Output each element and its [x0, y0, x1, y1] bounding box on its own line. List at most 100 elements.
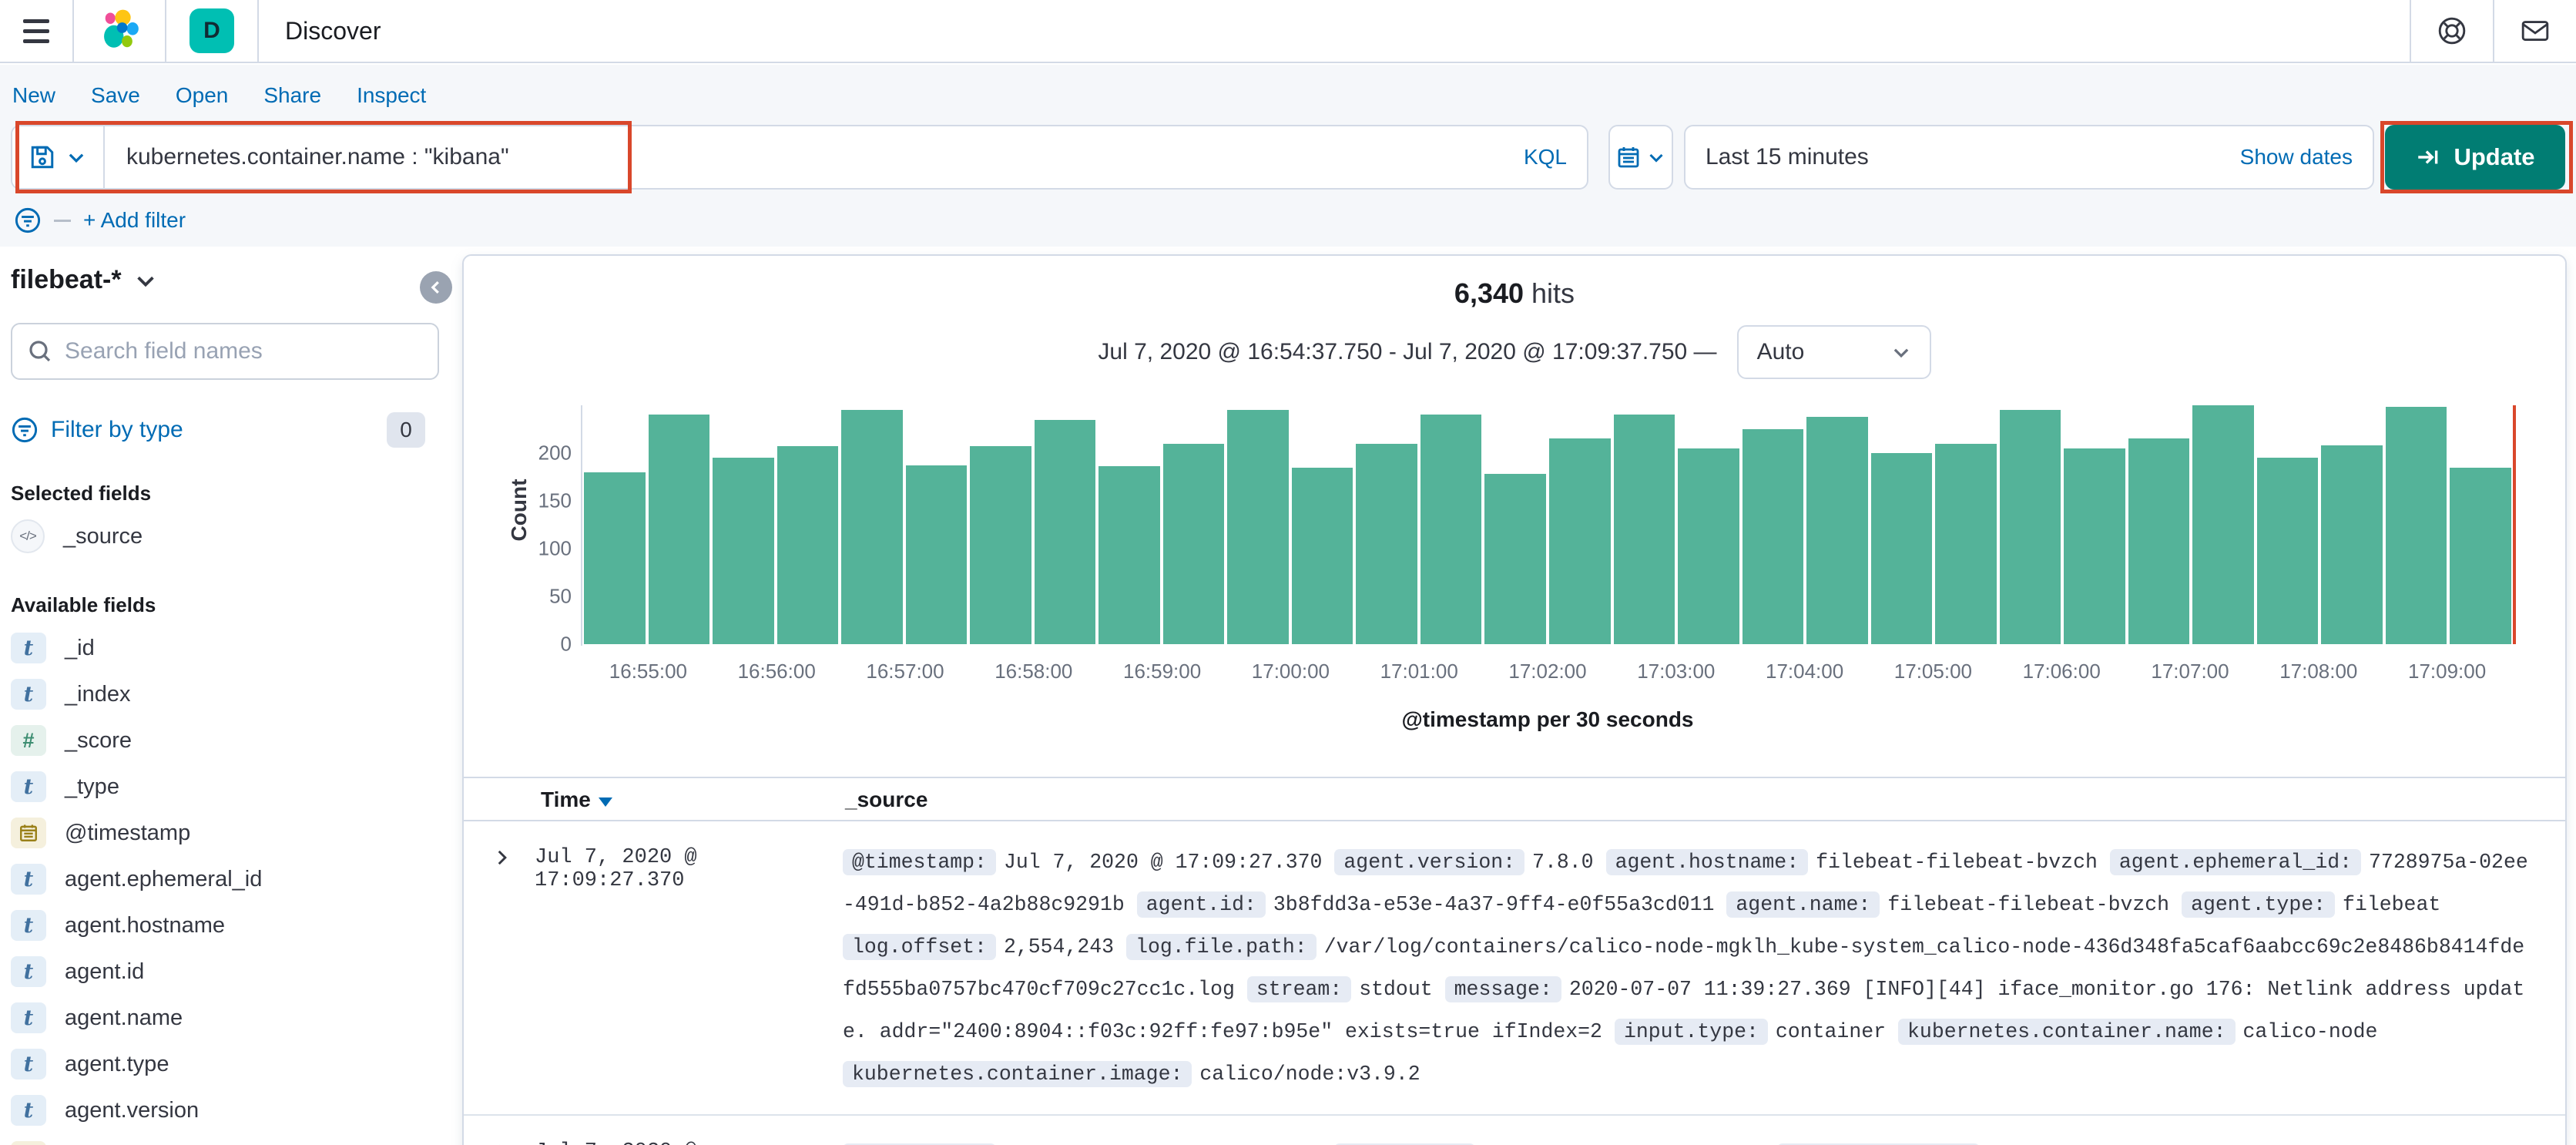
app-badge[interactable]: D — [166, 0, 259, 62]
refresh-apply-icon — [2418, 150, 2438, 164]
histogram-bar[interactable] — [1742, 429, 1804, 644]
menu-item-save[interactable]: Save — [91, 83, 140, 108]
field-label: agent.version — [65, 1097, 200, 1123]
histogram-bar[interactable] — [841, 410, 903, 644]
expand-row-button[interactable] — [491, 1136, 535, 1145]
filter-icon — [15, 207, 41, 233]
sort-desc-icon — [598, 797, 612, 807]
histogram-bar[interactable] — [648, 415, 710, 644]
histogram-bar[interactable] — [1870, 453, 1933, 644]
field-value: container — [1775, 1020, 1887, 1043]
doc-table-header: Time _source — [464, 777, 2565, 821]
string-type-icon: t — [11, 1002, 46, 1033]
histogram-bar[interactable] — [1420, 415, 1482, 644]
x-tick-label: 16:58:00 — [995, 660, 1073, 683]
histogram-bar[interactable] — [776, 446, 839, 644]
histogram-bar[interactable] — [1291, 467, 1353, 644]
query-language-button[interactable]: KQL — [1504, 126, 1587, 188]
field-key-badge: agent.type: — [2182, 891, 2336, 918]
histogram-bar[interactable] — [905, 465, 968, 644]
time-range-value[interactable]: Last 15 minutes — [1706, 144, 1869, 170]
field-search-input[interactable] — [65, 338, 422, 364]
hits-count: 6,340 — [1454, 277, 1524, 309]
newsfeed-button[interactable] — [2493, 0, 2576, 62]
histogram-bar[interactable] — [1098, 466, 1160, 644]
main-menu-button[interactable] — [0, 0, 74, 62]
field-item-aws.cloudtrail.user_identity.s...[interactable]: aws.cloudtrail.user_identity.s... — [11, 1133, 439, 1145]
field-item-agent.type[interactable]: t agent.type — [11, 1041, 439, 1087]
histogram-bar[interactable] — [2192, 405, 2254, 644]
hits-label: hits — [1531, 277, 1575, 309]
field-item-_type[interactable]: t _type — [11, 764, 439, 810]
field-item-agent.ephemeral_id[interactable]: t agent.ephemeral_id — [11, 856, 439, 902]
date-picker-calendar-button[interactable] — [1608, 125, 1673, 190]
y-tick-label: 200 — [538, 441, 572, 465]
doc-source: @timestamp: Jul 7, 2020 @ 17:09:27.370 age… — [843, 841, 2534, 1096]
time-range-control[interactable]: Last 15 minutes Show dates — [1684, 125, 2374, 190]
field-key-badge: agent.ephemeral_id: — [2109, 849, 2362, 875]
histogram-bar[interactable] — [1034, 419, 1096, 644]
menu-item-new[interactable]: New — [12, 83, 55, 108]
histogram-bar[interactable] — [970, 446, 1031, 644]
toolbar-zone: New Save Open Share Inspect kubernetes.conta… — [0, 65, 2576, 247]
field-item-agent.version[interactable]: t agent.version — [11, 1087, 439, 1133]
add-filter-button[interactable]: + Add filter — [83, 208, 186, 233]
histogram-bar[interactable] — [2064, 448, 2125, 644]
number-type-icon: # — [11, 725, 46, 756]
histogram-bar[interactable] — [1227, 410, 1289, 644]
field-label: agent.name — [65, 1005, 183, 1030]
histogram-bar[interactable] — [2450, 467, 2511, 644]
menu-item-share[interactable]: Share — [263, 83, 321, 108]
histogram-bar[interactable] — [1613, 415, 1675, 644]
column-header-time[interactable]: Time — [541, 787, 612, 812]
histogram-bar[interactable] — [2256, 458, 2319, 644]
interval-select[interactable]: Auto — [1736, 325, 1931, 379]
field-item-agent.name[interactable]: t agent.name — [11, 995, 439, 1041]
field-item-agent.hostname[interactable]: t agent.hostname — [11, 902, 439, 949]
field-item-_index[interactable]: t _index — [11, 671, 439, 717]
histogram-bar[interactable] — [2128, 438, 2190, 644]
histogram-bar[interactable] — [1999, 410, 2061, 644]
field-key-badge: agent.version: — [1334, 849, 1525, 875]
field-item-_source[interactable]: </> _source — [11, 513, 439, 559]
field-item-_id[interactable]: t _id — [11, 625, 439, 671]
field-item-_score[interactable]: # _score — [11, 717, 439, 764]
histogram-bar[interactable] — [584, 472, 646, 644]
expand-row-button[interactable] — [491, 841, 535, 1096]
update-button[interactable]: Update — [2385, 125, 2565, 190]
histogram-bar[interactable] — [1806, 416, 1868, 644]
menu-item-open[interactable]: Open — [176, 83, 229, 108]
index-pattern-switcher[interactable]: filebeat-* — [11, 265, 439, 295]
help-button[interactable] — [2410, 0, 2493, 62]
saved-query-menu-button[interactable] — [12, 126, 105, 188]
histogram-bar[interactable] — [713, 458, 774, 644]
x-tick-label: 16:57:00 — [866, 660, 944, 683]
source-type-icon: </> — [11, 519, 45, 553]
histogram-bar[interactable] — [1484, 474, 1546, 644]
histogram-bar[interactable] — [1356, 443, 1417, 644]
filter-by-type-button[interactable]: Filter by type — [51, 417, 374, 443]
doc-table: Time _source Jul 7, 2020 @ 17:09:27.370 @… — [464, 777, 2565, 1145]
histogram-bar[interactable] — [1548, 438, 1611, 644]
show-dates-button[interactable]: Show dates — [2240, 145, 2353, 170]
histogram-bar[interactable] — [2321, 445, 2383, 644]
field-item-@timestamp[interactable]: @timestamp — [11, 810, 439, 856]
elastic-logo-button[interactable] — [74, 0, 166, 62]
envelope-icon — [2521, 21, 2549, 41]
field-key-badge: @timestamp: — [843, 849, 996, 875]
filter-by-type-row: Filter by type 0 — [11, 412, 439, 448]
field-item-agent.id[interactable]: t agent.id — [11, 949, 439, 995]
histogram-bar[interactable] — [2385, 407, 2447, 644]
field-label: agent.type — [65, 1051, 169, 1076]
query-input[interactable]: kubernetes.container.name : "kibana" — [105, 126, 1504, 188]
histogram-bar[interactable] — [1162, 443, 1225, 644]
menu-item-inspect[interactable]: Inspect — [357, 83, 426, 108]
collapse-sidebar-button[interactable] — [420, 271, 452, 304]
chevron-down-icon — [1649, 153, 1663, 163]
histogram-bar[interactable] — [1935, 443, 1997, 644]
top-menu: New Save Open Share Inspect — [0, 65, 2576, 108]
x-tick-label: 16:56:00 — [737, 660, 816, 683]
field-key-badge: kubernetes.container.image: — [843, 1061, 1192, 1087]
histogram-bar[interactable] — [1678, 448, 1739, 644]
x-tick-label: 17:03:00 — [1637, 660, 1716, 683]
